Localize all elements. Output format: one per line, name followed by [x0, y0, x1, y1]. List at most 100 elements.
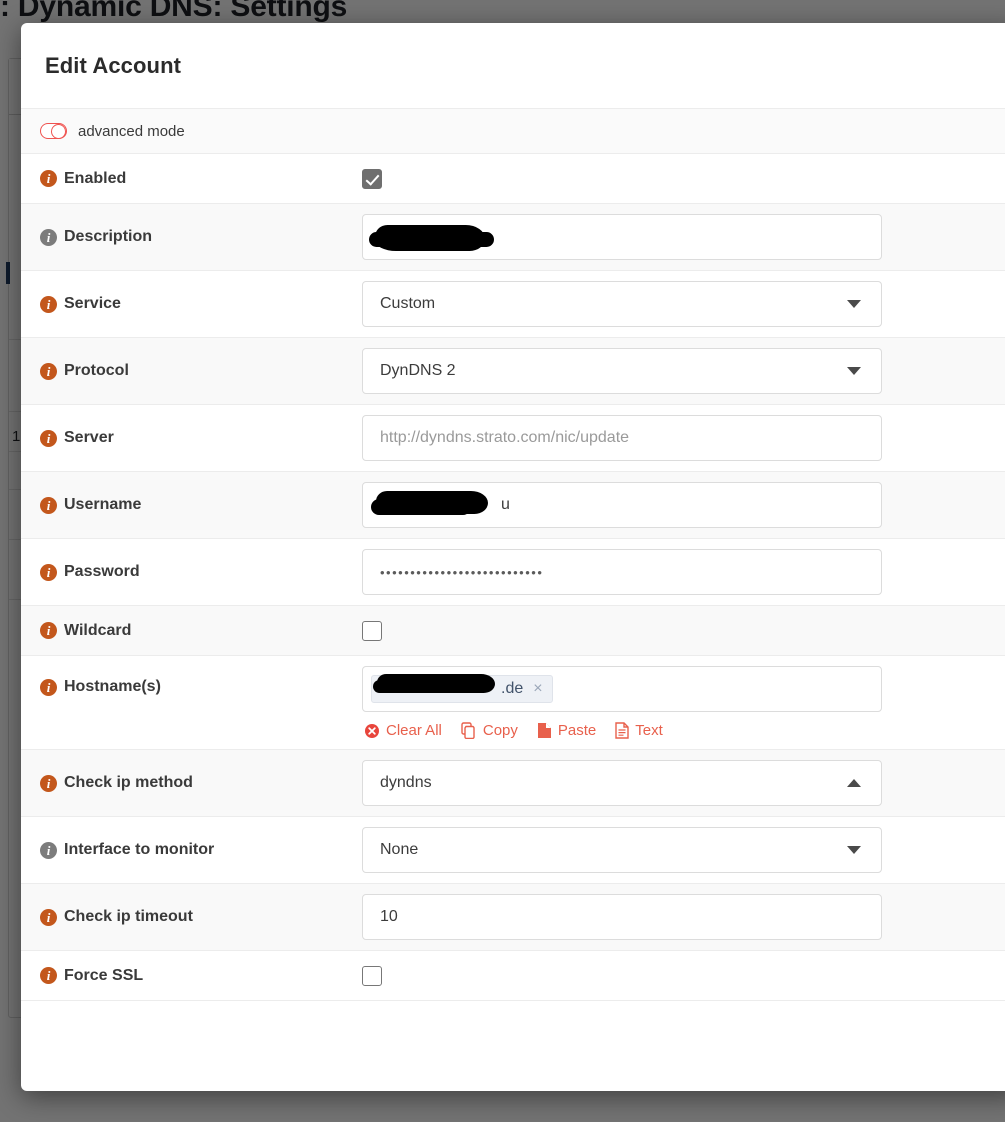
- label-cell: i Service: [40, 295, 362, 313]
- field-label: Protocol: [64, 362, 129, 379]
- clear-all-label: Clear All: [386, 722, 442, 739]
- interface-to-monitor-select[interactable]: None: [362, 827, 882, 873]
- form-row-hostnames: i Hostname(s) .de × Clear All Copy Paste…: [21, 656, 1005, 750]
- chevron-down-icon: [847, 300, 861, 308]
- check-ip-method-value: dyndns: [380, 774, 432, 791]
- text-icon: [615, 722, 629, 739]
- field-label: Check ip timeout: [64, 908, 193, 925]
- form-row-enabled: i Enabled: [21, 154, 1005, 204]
- control-cell: u: [362, 472, 1005, 538]
- form-row-check-ip-method: i Check ip method dyndns: [21, 750, 1005, 817]
- field-label: Service: [64, 295, 121, 312]
- username-input[interactable]: u: [362, 482, 882, 528]
- control-cell: [362, 611, 1005, 651]
- form-row-description: i Description go.de: [21, 204, 1005, 271]
- close-icon[interactable]: ×: [533, 681, 542, 697]
- info-icon[interactable]: i: [40, 622, 57, 639]
- advanced-mode-toggle[interactable]: [40, 123, 67, 139]
- field-label: Force SSL: [64, 966, 144, 984]
- redaction-blob: [373, 680, 473, 693]
- info-icon[interactable]: i: [40, 496, 57, 514]
- info-icon[interactable]: i: [40, 967, 57, 984]
- field-label: Password: [64, 563, 140, 580]
- form-row-interface-to-monitor: i Interface to monitor None: [21, 817, 1005, 884]
- info-icon[interactable]: i: [40, 362, 57, 380]
- protocol-value: DynDNS 2: [380, 362, 456, 379]
- server-input[interactable]: http://dyndns.strato.com/nic/update: [362, 415, 882, 461]
- edit-account-dialog: Edit Account advanced mode i Enabled i D…: [21, 23, 1005, 1091]
- field-label: Interface to monitor: [64, 841, 215, 858]
- server-placeholder: http://dyndns.strato.com/nic/update: [380, 429, 630, 446]
- control-cell: 10: [362, 884, 1005, 950]
- clear-all-button[interactable]: Clear All: [364, 722, 442, 739]
- password-input[interactable]: •••••••••••••••••••••••••••: [362, 549, 882, 595]
- chevron-down-icon: [847, 367, 861, 375]
- hostname-token[interactable]: .de ×: [371, 674, 553, 703]
- field-label: Hostname(s): [64, 678, 161, 695]
- label-cell: i Interface to monitor: [40, 841, 362, 859]
- form-row-password: i Password •••••••••••••••••••••••••••: [21, 539, 1005, 606]
- info-icon[interactable]: i: [40, 774, 57, 792]
- label-cell: i Check ip timeout: [40, 908, 362, 926]
- text-label: Text: [635, 722, 663, 739]
- paste-button[interactable]: Paste: [537, 722, 596, 739]
- form-row-wildcard: i Wildcard: [21, 606, 1005, 656]
- label-cell: i Server: [40, 429, 362, 447]
- hostnames-token-input[interactable]: .de ×: [362, 666, 882, 712]
- form-row-check-ip-timeout: i Check ip timeout 10: [21, 884, 1005, 951]
- copy-icon: [461, 722, 477, 739]
- protocol-select[interactable]: DynDNS 2: [362, 348, 882, 394]
- control-cell: •••••••••••••••••••••••••••: [362, 539, 1005, 605]
- check-ip-timeout-input[interactable]: 10: [362, 894, 882, 940]
- check-ip-timeout-value: 10: [380, 908, 398, 925]
- control-cell: dyndns: [362, 750, 1005, 816]
- paste-icon: [537, 722, 552, 739]
- dialog-footer: [21, 1001, 1005, 1081]
- info-icon[interactable]: i: [40, 170, 57, 187]
- form-row-protocol: i Protocol DynDNS 2: [21, 338, 1005, 405]
- hostname-token-label: .de: [501, 680, 524, 697]
- enabled-checkbox[interactable]: [362, 168, 382, 189]
- username-value: u: [501, 496, 510, 513]
- label-cell: i Check ip method: [40, 774, 362, 792]
- redaction-blob: [369, 232, 494, 247]
- form-row-force-ssl: i Force SSL: [21, 951, 1005, 1001]
- info-icon[interactable]: i: [40, 563, 57, 581]
- info-icon[interactable]: i: [40, 228, 57, 246]
- service-select[interactable]: Custom: [362, 281, 882, 327]
- info-icon[interactable]: i: [40, 429, 57, 447]
- check-ip-method-select[interactable]: dyndns: [362, 760, 882, 806]
- text-button[interactable]: Text: [615, 722, 663, 739]
- info-icon[interactable]: i: [40, 295, 57, 313]
- hostname-actions: Clear All Copy Paste Text: [362, 722, 1005, 739]
- label-cell: i Hostname(s): [40, 678, 362, 696]
- chevron-down-icon: [847, 846, 861, 854]
- advanced-mode-label: advanced mode: [78, 122, 185, 140]
- info-icon[interactable]: i: [40, 678, 57, 696]
- description-input[interactable]: go.de: [362, 214, 882, 260]
- force-ssl-checkbox[interactable]: [362, 965, 382, 986]
- field-label: Wildcard: [64, 621, 132, 639]
- field-label: Username: [64, 496, 142, 513]
- label-cell: i Username: [40, 496, 362, 514]
- form-row-service: i Service Custom: [21, 271, 1005, 338]
- control-cell: go.de: [362, 204, 1005, 270]
- dialog-header: Edit Account: [21, 23, 1005, 109]
- copy-button[interactable]: Copy: [461, 722, 518, 739]
- control-cell: DynDNS 2: [362, 338, 1005, 404]
- paste-label: Paste: [557, 722, 597, 739]
- interface-to-monitor-value: None: [380, 841, 419, 858]
- label-cell: i Force SSL: [40, 967, 362, 985]
- info-icon[interactable]: i: [40, 908, 57, 926]
- info-icon[interactable]: i: [40, 841, 57, 859]
- chevron-up-icon: [847, 779, 861, 787]
- password-masked-value: •••••••••••••••••••••••••••: [380, 564, 544, 580]
- form-row-username: i Username u: [21, 472, 1005, 539]
- field-label: Description: [64, 228, 153, 245]
- field-label: Server: [64, 429, 114, 446]
- advanced-mode-bar: advanced mode: [21, 109, 1005, 154]
- field-label: Enabled: [64, 169, 127, 187]
- service-value: Custom: [380, 295, 436, 312]
- wildcard-checkbox[interactable]: [362, 620, 382, 641]
- control-cell: http://dyndns.strato.com/nic/update: [362, 405, 1005, 471]
